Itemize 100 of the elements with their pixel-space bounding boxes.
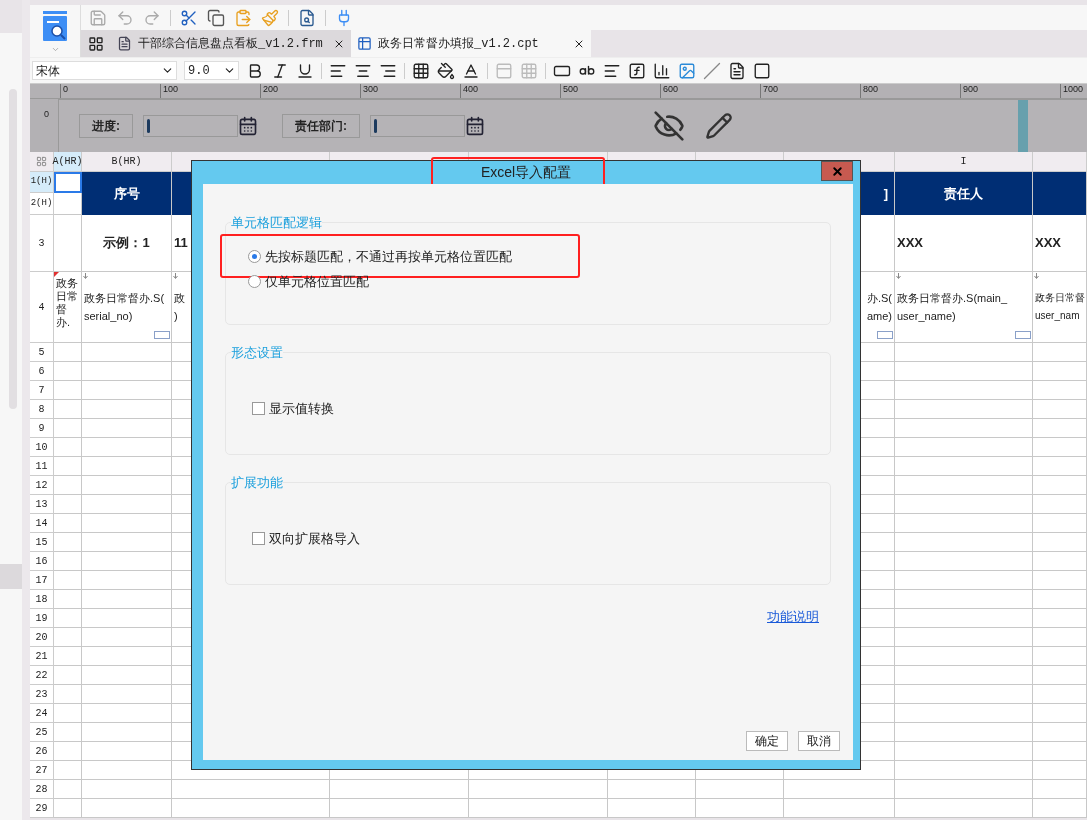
cell-text: 办.S( ame) (866, 291, 892, 324)
pencil-icon[interactable] (705, 112, 733, 140)
row-header[interactable]: 21 (30, 647, 54, 666)
row-header[interactable]: 28 (30, 780, 54, 799)
help-link[interactable]: 功能说明 (767, 607, 819, 627)
preview-icon[interactable] (298, 8, 316, 27)
row-header[interactable]: 16 (30, 552, 54, 571)
row-header[interactable]: 22 (30, 666, 54, 685)
italic-icon[interactable] (271, 61, 289, 80)
row-header[interactable]: 25 (30, 723, 54, 742)
dialog-button[interactable]: 取消 (798, 731, 840, 751)
row-header[interactable]: 14 (30, 514, 54, 533)
file-tab[interactable]: 干部综合信息盘点看板_v1.2.frm (111, 30, 351, 57)
font-size: 9.0 (188, 62, 210, 80)
row-header[interactable]: 5 (30, 343, 54, 362)
down-arrow-icon (173, 273, 178, 279)
row-header[interactable]: 6 (30, 362, 54, 381)
row-header[interactable]: 1(H) (30, 172, 54, 193)
font-name: 宋体 (36, 62, 60, 80)
cell-text: 示例：1 (103, 234, 150, 253)
report-logo-icon[interactable] (43, 11, 67, 41)
form-file-icon (117, 36, 132, 51)
ruler-label: 800 (863, 84, 879, 95)
calendar-icon[interactable] (465, 116, 485, 136)
group-title: 形态设置 (231, 344, 283, 362)
scrollbar[interactable] (9, 89, 17, 409)
image-icon[interactable] (678, 61, 696, 80)
parameter-field[interactable] (143, 115, 238, 137)
size-select[interactable]: 9.0 (184, 61, 239, 80)
row-header[interactable]: 27 (30, 761, 54, 780)
font-select[interactable]: 宋体 (32, 61, 177, 80)
row-header[interactable]: 9 (30, 419, 54, 438)
row-header[interactable]: 26 (30, 742, 54, 761)
bar-chart-icon[interactable] (653, 61, 671, 80)
down-arrow-icon (1034, 273, 1039, 279)
parameter-label: 进度: (79, 114, 133, 138)
radio-option[interactable]: 仅单元格位置匹配 (248, 272, 369, 292)
cell-text: 政 ) (174, 291, 185, 324)
cell-text: 政务日常督办.S( serial_no) (84, 291, 165, 324)
header-cell: 序号 (82, 172, 172, 215)
cut-icon[interactable] (180, 8, 198, 27)
row-header[interactable]: 11 (30, 457, 54, 476)
row-header[interactable]: 24 (30, 704, 54, 723)
row-header[interactable]: 12 (30, 476, 54, 495)
row-header[interactable]: 2(H) (30, 193, 54, 215)
resize-handle[interactable] (1018, 100, 1028, 152)
formula-icon[interactable] (628, 61, 646, 80)
checkbox-option[interactable]: 双向扩展格导入 (252, 528, 360, 548)
row-header[interactable]: 10 (30, 438, 54, 457)
ruler-label: 0 (63, 84, 68, 95)
column-header[interactable]: A(HR) (54, 152, 82, 172)
ruler-label: 300 (363, 84, 379, 95)
grid-icon[interactable] (88, 35, 104, 52)
fill-bucket-icon[interactable] (437, 61, 455, 80)
slash-icon[interactable] (703, 61, 721, 80)
tab-title: 政务日常督办填报_v1.2.cpt (378, 35, 540, 53)
border-icon[interactable] (412, 61, 430, 80)
tab-title: 干部综合信息盘点看板_v1.2.frm (138, 35, 324, 53)
report-file-icon (357, 36, 372, 51)
row-header[interactable]: 4 (30, 272, 54, 343)
underline-icon[interactable] (296, 61, 314, 80)
close-button[interactable] (821, 161, 853, 181)
parameter-field[interactable] (370, 115, 465, 137)
checkbox-option[interactable]: 显示值转换 (252, 398, 334, 418)
ruler-label: 200 (263, 84, 279, 95)
cell-text: 政务日常督办. (56, 277, 79, 329)
column-header[interactable]: I (895, 152, 1033, 172)
ruler-label: 900 (963, 84, 979, 95)
row-header[interactable]: 20 (30, 628, 54, 647)
selected-cell[interactable] (54, 172, 82, 193)
radio-option[interactable]: 先按标题匹配，不通过再按单元格位置匹配 (248, 246, 512, 266)
ruler-label: 100 (163, 84, 179, 95)
group-title: 单元格匹配逻辑 (231, 214, 322, 232)
dialog-button[interactable]: 确定 (746, 731, 788, 751)
row-header[interactable]: 23 (30, 685, 54, 704)
document-icon[interactable] (728, 61, 746, 80)
cell-text: 政务日常督办.S(main_ user_name) (897, 291, 1008, 324)
ruler-label: 0 (44, 109, 49, 119)
eye-off-icon[interactable] (653, 110, 685, 142)
select-all-icon[interactable] (36, 156, 47, 167)
row-header[interactable]: 3 (30, 215, 54, 272)
panel-row (0, 564, 22, 589)
frame-icon[interactable] (753, 61, 771, 80)
ruler-label: 600 (663, 84, 679, 95)
row-header[interactable]: 29 (30, 799, 54, 818)
down-arrow-icon (896, 273, 901, 279)
column-header[interactable]: B(HR) (82, 152, 172, 172)
row-header[interactable]: 15 (30, 533, 54, 552)
copy-icon[interactable] (207, 8, 225, 27)
row-header[interactable]: 17 (30, 571, 54, 590)
header-cell: 责任人 (895, 172, 1033, 215)
calendar-icon[interactable] (238, 116, 258, 136)
ruler-label: 400 (463, 84, 479, 95)
row-header[interactable]: 7 (30, 381, 54, 400)
row-header[interactable]: 18 (30, 590, 54, 609)
parameter-label: 责任部门: (282, 114, 360, 138)
file-tab[interactable]: 政务日常督办填报_v1.2.cpt (351, 30, 591, 57)
row-header[interactable]: 19 (30, 609, 54, 628)
row-header[interactable]: 13 (30, 495, 54, 514)
row-header[interactable]: 8 (30, 400, 54, 419)
